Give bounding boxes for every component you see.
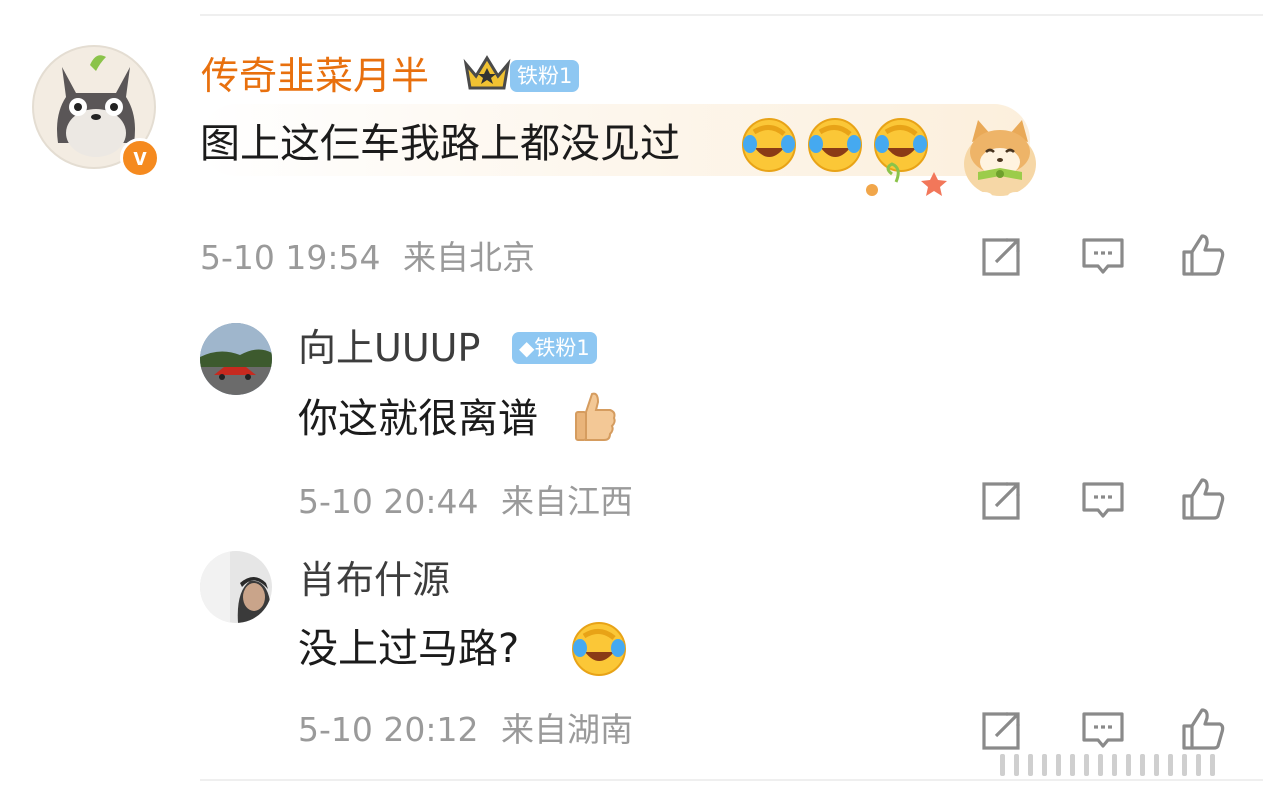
- reply-meta: 5-10 20:44 来自江西: [298, 482, 633, 522]
- verified-v-icon: v: [120, 138, 160, 178]
- avatar[interactable]: [200, 323, 272, 395]
- crown-icon: [463, 55, 511, 90]
- reply-location: 来自湖南: [501, 710, 633, 749]
- share-icon[interactable]: [978, 234, 1024, 280]
- laugh-cry-emoji: [572, 622, 626, 676]
- scroll-indicator: [1000, 754, 1250, 776]
- comment-icon[interactable]: [1080, 234, 1126, 280]
- person-photo-avatar-icon: [200, 551, 272, 623]
- comment-text: 图上这仨车我路上都没见过: [200, 121, 680, 167]
- diamond-icon: ◆: [519, 336, 535, 360]
- avatar[interactable]: [200, 551, 272, 623]
- reply-text: 你这就很离谱: [298, 396, 538, 442]
- like-icon[interactable]: [1180, 476, 1226, 522]
- comment-location: 来自北京: [403, 238, 535, 277]
- like-icon[interactable]: [1180, 232, 1226, 278]
- car-photo-avatar-icon: [200, 323, 272, 395]
- comment-icon[interactable]: [1080, 478, 1126, 524]
- reply-author[interactable]: 向上UUUP: [298, 326, 480, 370]
- share-icon[interactable]: [978, 478, 1024, 524]
- reply-meta: 5-10 20:12 来自湖南: [298, 710, 633, 750]
- reply-author[interactable]: 肖布什源: [298, 558, 450, 602]
- bottom-divider: [200, 779, 1263, 781]
- comment-time: 5-10 19:54: [200, 238, 381, 277]
- laugh-cry-emoji: [808, 118, 862, 172]
- like-icon[interactable]: [1180, 706, 1226, 752]
- share-icon[interactable]: [978, 708, 1024, 754]
- comment-meta: 5-10 19:54 来自北京: [200, 238, 535, 278]
- top-divider: [200, 14, 1263, 16]
- fan-badge: 铁粉1: [510, 60, 580, 92]
- comment-author[interactable]: 传奇韭菜月半: [201, 54, 429, 98]
- reply-location: 来自江西: [501, 482, 633, 521]
- reply-time: 5-10 20:12: [298, 710, 479, 749]
- laugh-cry-emoji: [742, 118, 796, 172]
- reply-time: 5-10 20:44: [298, 482, 479, 521]
- comment-icon[interactable]: [1080, 708, 1126, 754]
- reply-text: 没上过马路?: [298, 626, 520, 672]
- shiba-dog-sticker: [866, 120, 1036, 200]
- thumbs-up-emoji: [575, 392, 616, 441]
- fan-badge: ◆铁粉1: [512, 332, 597, 364]
- fan-badge-label: 铁粉1: [534, 336, 590, 360]
